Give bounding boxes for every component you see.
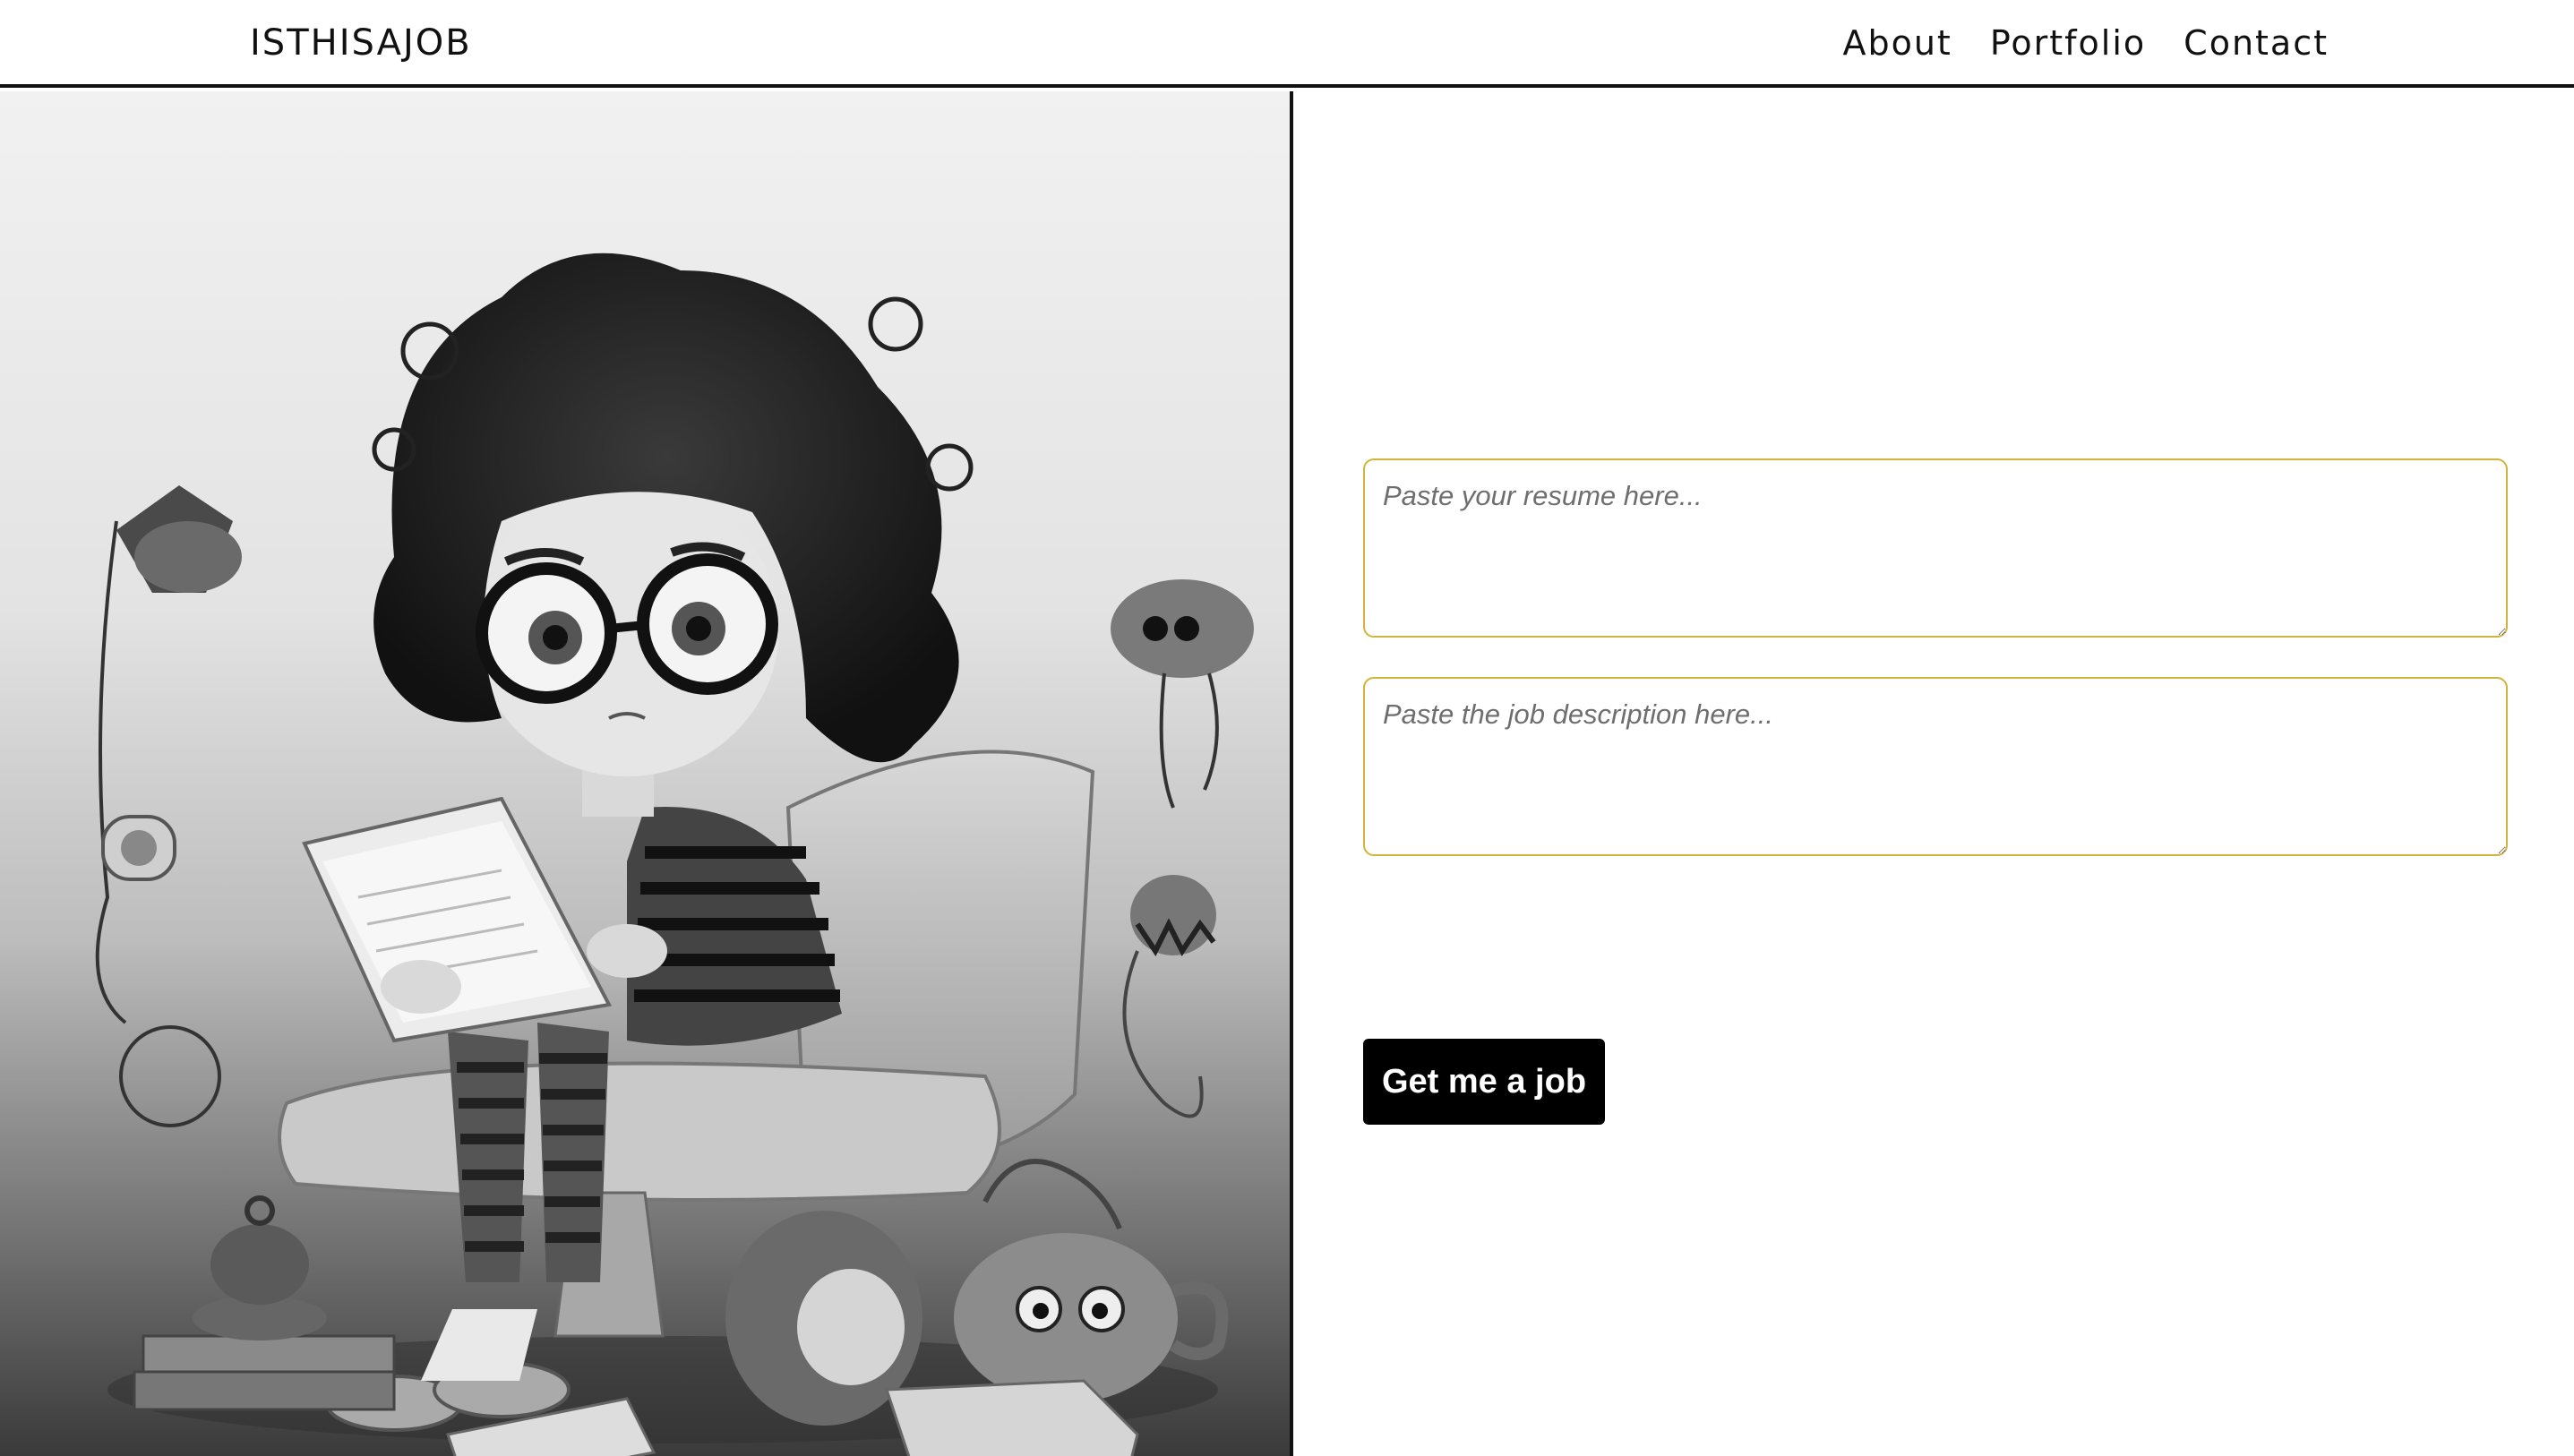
job-description-textarea[interactable] xyxy=(1363,677,2508,856)
reading-girl-illustration xyxy=(95,253,1254,1456)
brand-logo-link[interactable]: ISTHISAJOB xyxy=(250,20,472,66)
top-navbar: ISTHISAJOB About Portfolio Contact xyxy=(0,0,2574,88)
nav-contact-link[interactable]: Contact xyxy=(2184,20,2329,66)
nav-about-link[interactable]: About xyxy=(1842,20,1952,66)
vertical-divider xyxy=(1290,91,1293,1456)
get-job-button[interactable]: Get me a job xyxy=(1363,1039,1605,1125)
nav-portfolio-link[interactable]: Portfolio xyxy=(1990,20,2146,66)
hero-illustration xyxy=(0,91,1290,1456)
main-nav: About Portfolio Contact xyxy=(1842,20,2329,66)
resume-textarea[interactable] xyxy=(1363,458,2508,638)
